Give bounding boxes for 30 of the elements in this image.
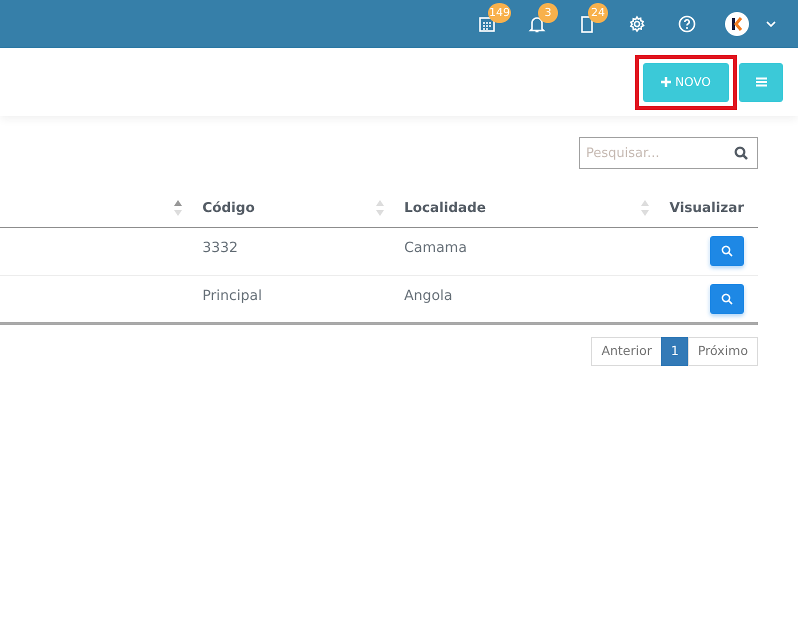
column-header[interactable]: Código: [202, 200, 255, 216]
bell-icon: [528, 15, 546, 33]
count-badge: 3: [538, 3, 558, 23]
dropdown-caret-icon[interactable]: [766, 21, 776, 27]
search-field[interactable]: Pesquisar...: [579, 137, 758, 169]
search-icon: [721, 292, 733, 304]
pagination-button[interactable]: Próximo: [688, 336, 758, 366]
settings-icon: [628, 15, 646, 33]
table-cell: Camama: [404, 240, 467, 256]
document-icon: [578, 15, 596, 33]
column-header[interactable]: Visualizar: [670, 200, 744, 216]
column-header[interactable]: Localidade: [404, 200, 486, 216]
search-icon: [721, 244, 733, 256]
help-icon: [678, 15, 696, 33]
pagination-button[interactable]: Anterior: [591, 336, 662, 366]
table-cell: Principal: [202, 288, 262, 304]
table-cell: 3332: [202, 240, 238, 256]
menu-icon: [756, 77, 766, 87]
avatar-icon: [725, 12, 749, 36]
count-badge: 24: [588, 3, 608, 23]
pagination-button[interactable]: 1: [660, 336, 689, 366]
view-button[interactable]: [710, 284, 744, 314]
plus-icon: [661, 77, 672, 87]
table-cell: Angola: [404, 288, 452, 304]
menu-button[interactable]: [739, 62, 783, 102]
calendar-icon: [478, 15, 496, 33]
view-button[interactable]: [710, 236, 744, 266]
sort-icon[interactable]: [174, 199, 182, 217]
search-icon: [734, 146, 748, 160]
count-badge: 149: [488, 3, 511, 23]
